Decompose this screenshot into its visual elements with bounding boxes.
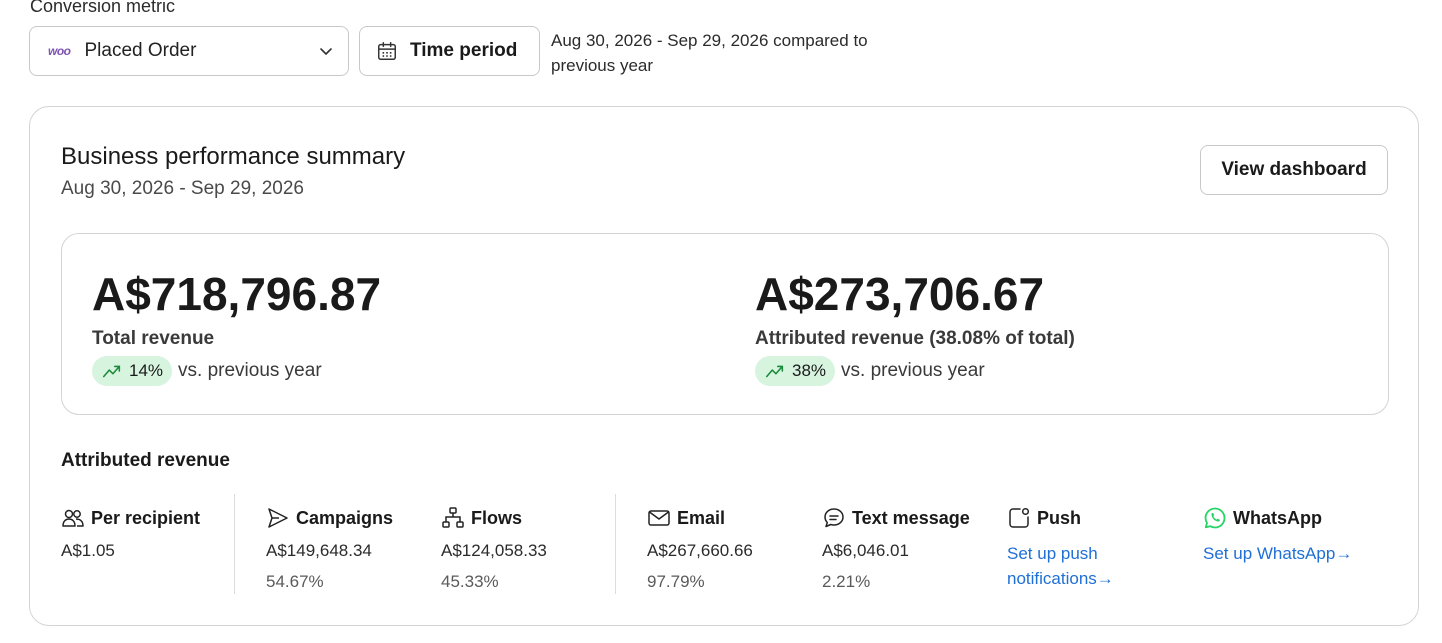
text-message-percent: 2.21%: [822, 572, 871, 591]
column-divider: [615, 494, 616, 594]
time-period-label: Time period: [410, 40, 518, 61]
push-stat: Push Set up push notifications→: [1007, 506, 1157, 591]
users-icon: [62, 509, 84, 527]
conversion-metric-select[interactable]: woo Placed Order: [29, 26, 349, 76]
flows-value: A$124,058.33: [441, 541, 547, 560]
email-percent: 97.79%: [647, 572, 705, 591]
text-message-stat: Text message A$6,046.01 2.21%: [822, 506, 970, 592]
flows-icon: [442, 507, 464, 528]
whatsapp-stat: WhatsApp Set up WhatsApp→: [1203, 506, 1352, 566]
setup-whatsapp-link[interactable]: Set up WhatsApp→: [1203, 541, 1352, 566]
campaigns-label: Campaigns: [296, 507, 394, 528]
send-icon: [268, 508, 288, 528]
chat-icon: [824, 508, 844, 528]
flows-percent: 45.33%: [441, 572, 499, 591]
email-label: Email: [677, 507, 726, 528]
total-revenue-value: A$718,796.87: [92, 268, 382, 320]
arrow-right-icon: →: [1335, 544, 1353, 563]
change-value: 38%: [792, 361, 827, 380]
attributed-revenue-title: Attributed revenue: [61, 450, 230, 471]
email-stat: Email A$267,660.66 97.79%: [647, 506, 753, 592]
change-suffix: vs. previous year: [178, 360, 322, 381]
view-dashboard-button[interactable]: View dashboard: [1200, 145, 1388, 195]
setup-push-link[interactable]: Set up push notifications→: [1007, 541, 1157, 591]
campaigns-stat: Campaigns A$149,648.34 54.67%: [266, 506, 393, 592]
chevron-down-icon: [318, 43, 334, 59]
push-label: Push: [1037, 507, 1082, 528]
trend-up-icon: [765, 365, 784, 378]
change-badge: 38%: [755, 356, 836, 386]
push-icon: [1009, 507, 1030, 528]
text-message-label: Text message: [852, 507, 970, 528]
flows-label: Flows: [471, 507, 523, 528]
per-recipient-value: A$1.05: [61, 541, 115, 560]
arrow-right-icon: →: [1096, 569, 1114, 588]
total-revenue-change: 14% vs. previous year: [92, 356, 381, 386]
text-message-value: A$6,046.01: [822, 541, 909, 560]
change-value: 14%: [129, 361, 164, 380]
woo-logo: woo: [48, 44, 71, 58]
per-recipient-stat: Per recipient A$1.05: [61, 506, 200, 561]
change-badge: 14%: [92, 356, 173, 386]
summary-title: Business performance summary: [61, 143, 406, 170]
per-recipient-label: Per recipient: [91, 507, 201, 528]
revenue-kpi-panel: A$718,796.87 Total revenue 14% vs. previ…: [61, 233, 1389, 415]
attributed-revenue-label: Attributed revenue (38.08% of total): [755, 328, 1075, 349]
attributed-revenue-change: 38% vs. previous year: [755, 356, 1075, 386]
setup-whatsapp-text: Set up WhatsApp: [1203, 544, 1336, 563]
whatsapp-icon: [1204, 507, 1226, 529]
conversion-metric-value: Placed Order: [84, 40, 197, 61]
attributed-revenue-value: A$273,706.67: [755, 268, 1045, 320]
summary-dates: Aug 30, 2026 - Sep 29, 2026: [61, 178, 304, 199]
email-value: A$267,660.66: [647, 541, 753, 560]
whatsapp-label: WhatsApp: [1233, 507, 1322, 528]
column-divider: [234, 494, 235, 594]
email-icon: [648, 510, 670, 526]
setup-push-text: Set up push notifications: [1007, 544, 1098, 588]
calendar-icon: [378, 42, 396, 60]
total-revenue-label: Total revenue: [92, 328, 215, 349]
attributed-revenue-kpi: A$273,706.67 Attributed revenue (38.08% …: [755, 266, 1075, 386]
business-summary-card: Business performance summary Aug 30, 202…: [29, 106, 1419, 626]
change-suffix: vs. previous year: [841, 360, 985, 381]
time-period-button[interactable]: Time period: [359, 26, 540, 76]
conversion-metric-label: Conversion metric: [30, 0, 176, 16]
flows-stat: Flows A$124,058.33 45.33%: [441, 506, 547, 592]
campaigns-percent: 54.67%: [266, 572, 324, 591]
total-revenue-kpi: A$718,796.87 Total revenue 14% vs. previ…: [92, 266, 381, 386]
period-description: Aug 30, 2026 - Sep 29, 2026 compared to …: [551, 31, 868, 75]
campaigns-value: A$149,648.34: [266, 541, 372, 560]
trend-up-icon: [102, 365, 121, 378]
